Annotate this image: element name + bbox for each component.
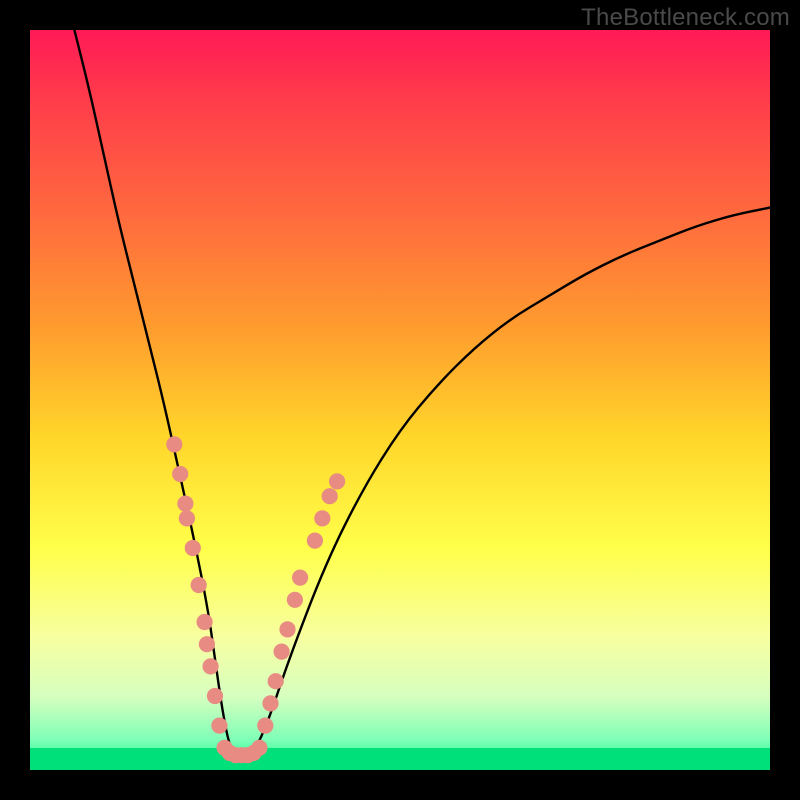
watermark-text: TheBottleneck.com	[581, 4, 790, 32]
bead-left-10	[211, 718, 227, 734]
bead-left-8	[203, 658, 219, 674]
bead-left-3	[179, 510, 195, 526]
bead-right-7	[307, 533, 323, 549]
bead-left-2	[177, 496, 193, 512]
chart-frame: TheBottleneck.com	[0, 0, 800, 800]
bead-left-0	[166, 436, 182, 452]
bead-right-9	[322, 488, 338, 504]
bead-left-6	[197, 614, 213, 630]
bead-right-2	[268, 673, 284, 689]
plot-area	[30, 30, 770, 770]
bead-left-5	[191, 577, 207, 593]
beads-group	[166, 436, 345, 763]
bead-right-4	[279, 621, 295, 637]
bead-right-1	[262, 695, 278, 711]
bead-right-0	[257, 718, 273, 734]
curve-svg	[30, 30, 770, 770]
bottleneck-curve	[74, 30, 770, 755]
bead-right-8	[314, 510, 330, 526]
bead-right-3	[274, 644, 290, 660]
bead-right-6	[292, 570, 308, 586]
bead-left-4	[185, 540, 201, 556]
bead-left-9	[207, 688, 223, 704]
bead-left-1	[172, 466, 188, 482]
bead-right-5	[287, 592, 303, 608]
bead-bottom-6	[251, 740, 267, 756]
bead-right-10	[329, 473, 345, 489]
bead-left-7	[199, 636, 215, 652]
